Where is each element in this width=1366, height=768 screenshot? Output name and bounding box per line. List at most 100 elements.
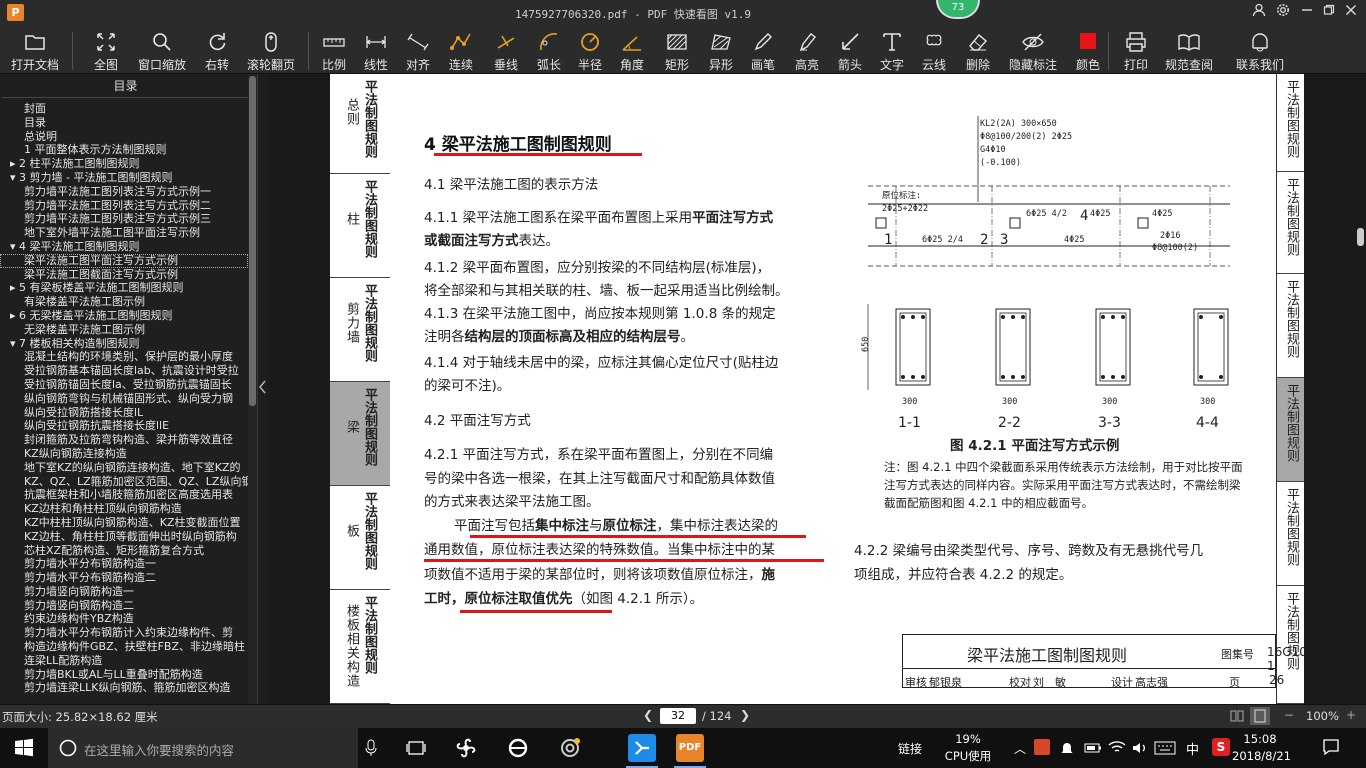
- annotation-underline[interactable]: [424, 559, 824, 562]
- double-page-view-icon[interactable]: [1230, 709, 1244, 723]
- action-center-icon[interactable]: [1322, 738, 1340, 760]
- toc-item[interactable]: 剪力墙水平分布钢筋构造一: [0, 557, 248, 571]
- toc-item[interactable]: ▾ 3 剪力墙 - 平法施工图制图规则: [0, 171, 248, 185]
- toolbar-zoom-window-button[interactable]: 窗口缩放: [133, 30, 191, 72]
- ime-mode[interactable]: 中: [1186, 739, 1199, 758]
- section-tab-left[interactable]: 楼板相关构造 平法制图规则: [330, 590, 390, 704]
- cpu-monitor[interactable]: 19% CPU使用: [938, 731, 998, 765]
- toolbar-fit-page-button[interactable]: 全图: [84, 30, 128, 72]
- close-button[interactable]: [1340, 3, 1362, 23]
- toc-item[interactable]: 抗震框架柱和小墙肢箍筋加密区高度选用表: [0, 488, 248, 502]
- maximize-button[interactable]: [1318, 3, 1340, 23]
- pdf-viewer-taskbar-icon[interactable]: PDF: [676, 734, 704, 762]
- toc-item[interactable]: 梁平法施工图截面注写方式示例: [0, 268, 248, 282]
- toc-item[interactable]: ▾ 7 楼板相关构造制图规则: [0, 337, 248, 351]
- user-icon[interactable]: [1248, 3, 1270, 23]
- toc-item[interactable]: 目录: [0, 116, 248, 130]
- toc-item[interactable]: KZ纵向钢筋连接构造: [0, 447, 248, 461]
- minimize-button[interactable]: [1296, 3, 1318, 23]
- toolbar-cloud-line-button[interactable]: 云线: [916, 30, 952, 72]
- toc-item[interactable]: 封闭箍筋及拉筋弯钩构造、梁并筋等效直径: [0, 433, 248, 447]
- toolbar-mouse-scroll-button[interactable]: 滚轮翻页: [243, 30, 299, 72]
- zoom-out-icon[interactable]: −: [1284, 708, 1294, 722]
- toc-item[interactable]: ▸ 2 柱平法施工图制图规则: [0, 157, 248, 171]
- section-tab-left[interactable]: 板平法制图规则: [330, 486, 390, 590]
- toc-item[interactable]: 无梁楼盖平法施工图示例: [0, 323, 248, 337]
- section-tab-right[interactable]: 平法制图规则: [1277, 172, 1304, 274]
- toolbar-arc-length-button[interactable]: 弧长: [531, 30, 567, 72]
- toolbar-scale-button[interactable]: 比例: [316, 30, 352, 72]
- section-tab-left[interactable]: 剪力墙 平法制图规则: [330, 278, 390, 382]
- toc-item[interactable]: 纵向钢筋弯钩与机械锚固形式、纵向受力钢: [0, 392, 248, 406]
- toolbar-printer-button[interactable]: 打印: [1118, 30, 1154, 72]
- toc-item[interactable]: 地下室外墙平法施工图平面注写示例: [0, 226, 248, 240]
- tray-app-icon[interactable]: [1034, 739, 1050, 755]
- toolbar-angle-button[interactable]: 角度: [614, 30, 650, 72]
- toolbar-text-button[interactable]: 文字: [874, 30, 910, 72]
- fan-app-icon[interactable]: [454, 736, 478, 760]
- toc-item[interactable]: 剪力墙竖向钢筋构造一: [0, 585, 248, 599]
- toc-item[interactable]: 约束边缘构件YBZ构造: [0, 612, 248, 626]
- toolbar-hide-annotation-button[interactable]: 隐藏标注: [1006, 30, 1060, 72]
- annotation-underline[interactable]: [470, 535, 806, 538]
- toolbar-continuous-dim-button[interactable]: 连续: [443, 30, 479, 72]
- toc-item[interactable]: 受拉钢筋锚固长度la、受拉钢筋抗震锚固长: [0, 378, 248, 392]
- toc-item[interactable]: 纵向受拉钢筋搭接长度lL: [0, 406, 248, 420]
- section-tab-left[interactable]: 柱平法制图规则: [330, 174, 390, 278]
- remote-app-icon[interactable]: [628, 734, 656, 762]
- toolbar-linear-dim-button[interactable]: 线性: [358, 30, 394, 72]
- collapse-sidebar-chevron-icon[interactable]: [258, 378, 268, 398]
- toc-item[interactable]: 地下室KZ的纵向钢筋连接构造、地下室KZ的: [0, 461, 248, 475]
- toc-item[interactable]: KZ边柱和角柱柱顶纵向钢筋构造: [0, 502, 248, 516]
- toc-item[interactable]: 总说明: [0, 130, 248, 144]
- volume-icon[interactable]: [1132, 740, 1148, 759]
- toolbar-book-button[interactable]: 规范查阅: [1162, 30, 1216, 72]
- toolbar-support-button[interactable]: 联系我们: [1230, 30, 1290, 72]
- section-tab-right[interactable]: 平法制图规则: [1277, 482, 1304, 586]
- section-tab-right[interactable]: 平法制图规则: [1277, 274, 1304, 378]
- toc-item[interactable]: 有梁楼盖平法施工图示例: [0, 295, 248, 309]
- toolbar-arrow-button[interactable]: 箭头: [832, 30, 868, 72]
- toc-item[interactable]: 封面: [0, 102, 248, 116]
- wifi-icon[interactable]: [1108, 739, 1126, 759]
- toc-item[interactable]: 梁平法施工图平面注写方式示例: [0, 253, 248, 268]
- toolbar-highlighter-button[interactable]: 高亮: [789, 30, 825, 72]
- sogou-ime-icon[interactable]: S: [1212, 738, 1230, 756]
- toolbar-perpendicular-button[interactable]: 垂线: [488, 30, 524, 72]
- ie-browser-icon[interactable]: [506, 736, 530, 760]
- zoom-in-icon[interactable]: +: [1346, 708, 1356, 722]
- toc-item[interactable]: ▸ 6 无梁楼盖平法施工图制图规则: [0, 309, 248, 323]
- toc-item[interactable]: 剪力墙平法施工图列表注写方式示例一: [0, 185, 248, 199]
- toc-item[interactable]: 剪力墙BKL或AL与LL重叠时配筋构造: [0, 668, 248, 682]
- toc-item[interactable]: KZ边柱、角柱柱顶等截面伸出时纵向钢筋构: [0, 530, 248, 544]
- keyboard-icon[interactable]: [1154, 740, 1176, 759]
- prev-page-chevron-icon[interactable]: ❮: [643, 708, 653, 722]
- next-page-chevron-icon[interactable]: ❯: [740, 708, 750, 722]
- toolbar-radius-button[interactable]: 半径: [572, 30, 608, 72]
- toc-item[interactable]: 连梁LL配筋构造: [0, 654, 248, 668]
- single-page-view-icon[interactable]: [1250, 707, 1270, 725]
- browser-swirl-icon[interactable]: [558, 736, 582, 760]
- toc-item[interactable]: 芯柱XZ配筋构造、矩形箍筋复合方式: [0, 544, 248, 558]
- toolbar-folder-button[interactable]: 打开文档: [4, 30, 66, 72]
- toolbar-rectangle-area-button[interactable]: 矩形: [659, 30, 695, 72]
- toc-item[interactable]: 构造边缘构件GBZ、扶壁柱FBZ、非边缘暗柱: [0, 640, 248, 654]
- windows-start-icon[interactable]: [12, 736, 36, 760]
- toc-item[interactable]: 剪力墙水平分布钢筋计入约束边缘构件、剪: [0, 626, 248, 640]
- toc-item[interactable]: ▾ 4 梁平法施工图制图规则: [0, 240, 248, 254]
- toolbar-aligned-dim-button[interactable]: 对齐: [400, 30, 436, 72]
- toc-item[interactable]: 剪力墙水平分布钢筋构造二: [0, 571, 248, 585]
- toc-item[interactable]: 剪力墙连梁LLK纵向钢筋、箍筋加密区构造: [0, 681, 248, 695]
- toc-item[interactable]: 混凝土结构的环境类别、保护层的最小厚度: [0, 350, 248, 364]
- section-tab-left[interactable]: 梁平法制图规则: [330, 382, 390, 486]
- microphone-icon[interactable]: [364, 739, 378, 757]
- toolbar-polygon-area-button[interactable]: 异形: [703, 30, 739, 72]
- battery-icon[interactable]: [1084, 740, 1102, 759]
- zoom-level[interactable]: 100%: [1306, 709, 1339, 723]
- notification-bell-icon[interactable]: [1060, 740, 1074, 760]
- show-hidden-icons-chevron-icon[interactable]: ︿: [1014, 740, 1026, 757]
- document-scrollbar[interactable]: [1354, 74, 1366, 704]
- section-tab-right[interactable]: 平法制图规则: [1277, 378, 1304, 482]
- link-label[interactable]: 链接: [898, 740, 922, 757]
- toc-item[interactable]: 受拉钢筋基本锚固长度lab、抗震设计时受拉: [0, 364, 248, 378]
